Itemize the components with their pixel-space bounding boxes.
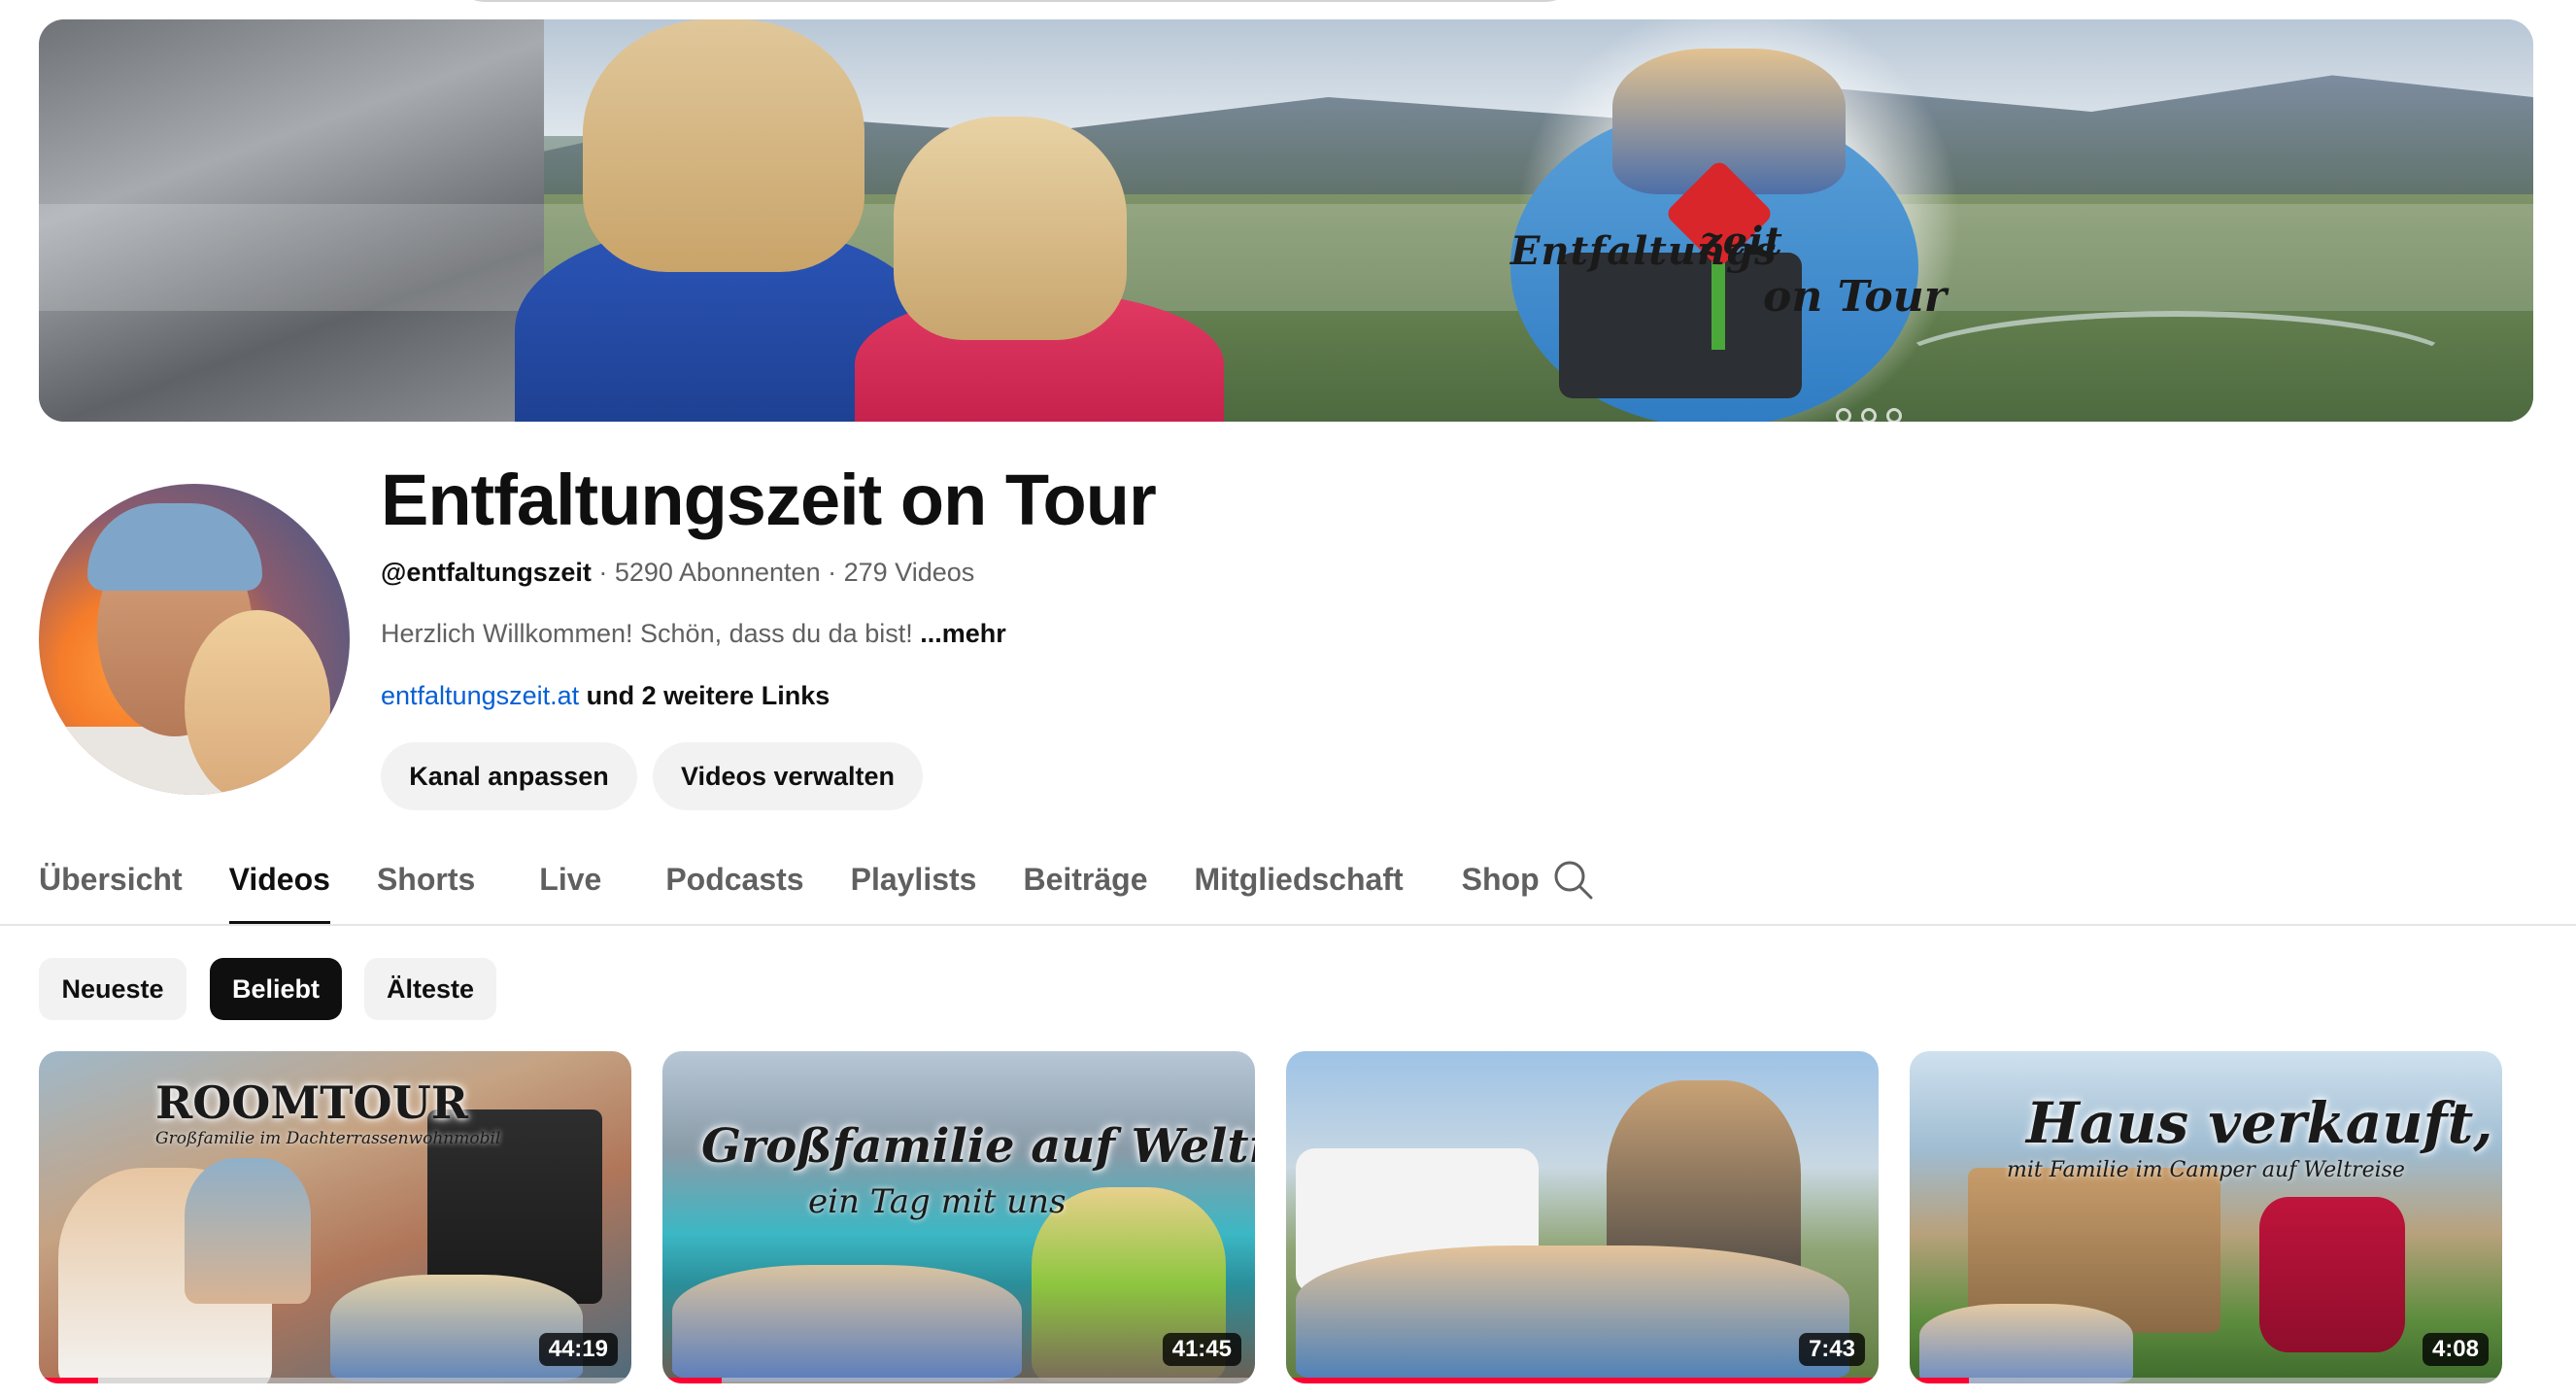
tab-playlists[interactable]: Playlists	[851, 855, 977, 925]
thumbnail-subtitle-art: Großfamilie im Dachterrassenwohnmobil	[155, 1129, 501, 1148]
thumbnail-title-art: ROOMTOUR	[155, 1076, 468, 1129]
top-search-bar[interactable]	[447, 0, 1583, 2]
meta-separator: ·	[828, 558, 837, 587]
channel-meta: @entfaltungszeit · 5290 Abonnenten · 279…	[381, 558, 974, 588]
video-count: 279 Videos	[843, 558, 975, 587]
tab-videos[interactable]: Videos	[228, 855, 331, 925]
thumbnail-title-art: Großfamilie auf Weltreise	[701, 1119, 1255, 1174]
banner-logo-text-2: zeit	[1700, 219, 1783, 264]
tab-shorts[interactable]: Shorts	[377, 855, 475, 925]
social-icon[interactable]	[1861, 408, 1877, 422]
description-more-link[interactable]: ...mehr	[920, 619, 1006, 648]
thumbnail-subtitle-art: ein Tag mit uns	[808, 1182, 1067, 1221]
video-thumbnail[interactable]: ROOMTOUR Großfamilie im Dachterrassenwoh…	[39, 1051, 631, 1383]
watch-progress	[39, 1378, 98, 1383]
channel-handle: @entfaltungszeit	[381, 558, 592, 587]
customize-channel-button[interactable]: Kanal anpassen	[381, 742, 637, 810]
tabs-divider	[0, 924, 2576, 926]
chip-newest[interactable]: Neueste	[39, 958, 186, 1020]
thumbnail-subtitle-art: mit Familie im Camper auf Weltreise	[2007, 1158, 2405, 1182]
chip-oldest[interactable]: Älteste	[364, 958, 496, 1020]
meta-separator: ·	[598, 558, 608, 587]
watch-progress	[662, 1378, 722, 1383]
tab-overview[interactable]: Übersicht	[39, 855, 183, 925]
description-text: Herzlich Willkommen! Schön, dass du da b…	[381, 619, 913, 648]
tab-shop[interactable]: Shop	[1462, 855, 1540, 925]
video-duration: 41:45	[1162, 1333, 1241, 1366]
social-icon[interactable]	[1836, 408, 1851, 422]
channel-avatar[interactable]	[39, 484, 350, 795]
chip-popular[interactable]: Beliebt	[210, 958, 342, 1020]
manage-videos-button[interactable]: Videos verwalten	[653, 742, 923, 810]
video-duration: 44:19	[538, 1333, 618, 1366]
thumbnail-title-art: Haus verkauft,	[2026, 1090, 2493, 1156]
channel-banner: Entfaltungs zeit on Tour	[39, 19, 2533, 422]
channel-name: Entfaltungszeit on Tour	[381, 460, 1157, 540]
watch-progress	[1910, 1378, 1969, 1383]
tab-posts[interactable]: Beiträge	[1023, 855, 1147, 925]
tab-membership[interactable]: Mitgliedschaft	[1195, 855, 1404, 925]
watch-progress	[1286, 1378, 1879, 1383]
subscriber-count: 5290 Abonnenten	[614, 558, 821, 587]
more-links-button[interactable]: und 2 weitere Links	[587, 681, 830, 710]
search-icon[interactable]	[1552, 859, 1593, 900]
tab-podcasts[interactable]: Podcasts	[665, 855, 803, 925]
channel-description[interactable]: Herzlich Willkommen! Schön, dass du da b…	[381, 619, 1006, 649]
video-thumbnail[interactable]: Haus verkauft, mit Familie im Camper auf…	[1910, 1051, 2502, 1383]
channel-website-link[interactable]: entfaltungszeit.at	[381, 681, 579, 710]
video-thumbnail[interactable]: 7:43	[1286, 1051, 1879, 1383]
video-duration: 4:08	[2422, 1333, 2489, 1366]
video-thumbnail[interactable]: Großfamilie auf Weltreise ein Tag mit un…	[662, 1051, 1255, 1383]
banner-social-icons	[1836, 408, 1902, 422]
tab-live[interactable]: Live	[539, 855, 601, 925]
social-icon[interactable]	[1886, 408, 1902, 422]
channel-tabs: Übersicht Videos Shorts Live Podcasts Pl…	[39, 855, 1540, 925]
channel-links: entfaltungszeit.at und 2 weitere Links	[381, 681, 830, 711]
video-duration: 7:43	[1798, 1333, 1865, 1366]
banner-logo-text-3: on Tour	[1763, 272, 1947, 322]
